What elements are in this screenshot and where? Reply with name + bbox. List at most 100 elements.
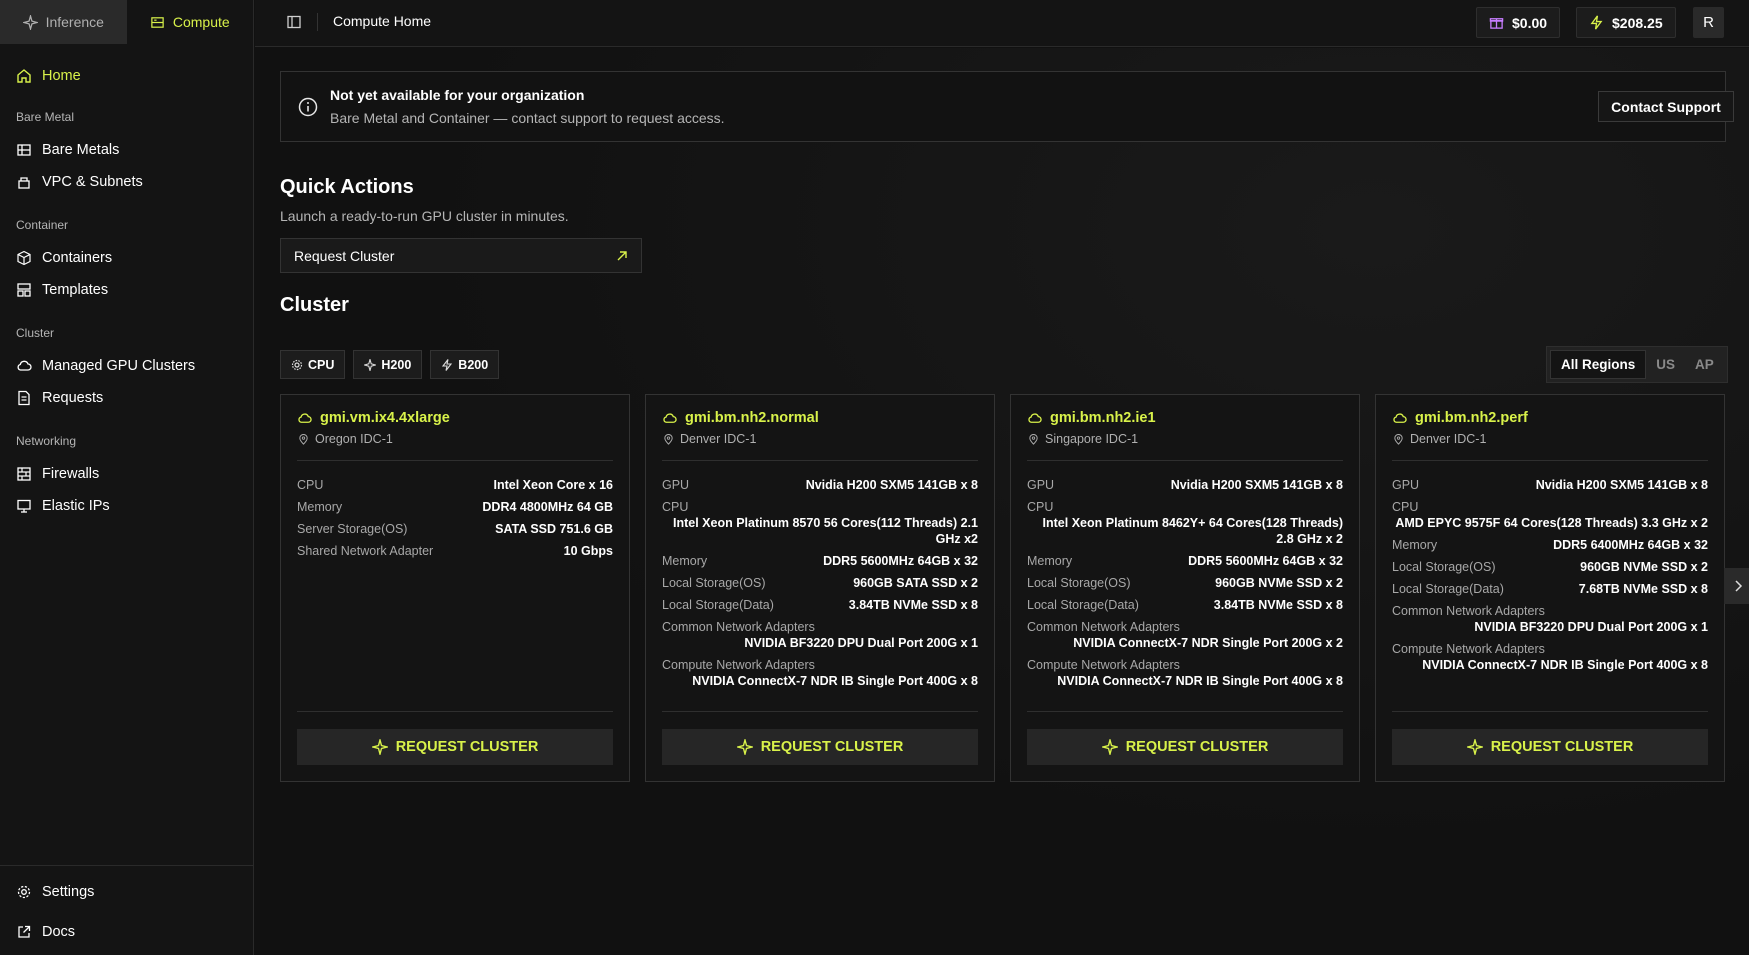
credit-amount: $0.00 bbox=[1512, 14, 1548, 31]
document-icon bbox=[16, 390, 32, 406]
spec-row: GPU Nvidia H200 SXM5 141GB x 8 bbox=[662, 478, 978, 493]
section-title-networking: Networking bbox=[16, 434, 77, 448]
quick-actions-title: Quick Actions bbox=[280, 176, 414, 198]
card-specs: CPU Intel Xeon Core x 16 Memory DDR4 4800M… bbox=[297, 478, 613, 566]
request-cluster-button[interactable]: Request Cluster bbox=[280, 238, 642, 273]
card-divider bbox=[1027, 460, 1343, 461]
tab-compute[interactable]: Compute bbox=[126, 0, 253, 44]
region-ap[interactable]: AP bbox=[1685, 350, 1724, 379]
contact-support-button[interactable]: Contact Support bbox=[1598, 91, 1734, 122]
spec-key: Server Storage(OS) bbox=[297, 522, 408, 536]
spec-row: CPU Intel Xeon Core x 16 bbox=[297, 478, 613, 493]
location-pin-icon bbox=[299, 433, 308, 445]
sidebar-item-containers[interactable]: Containers bbox=[0, 242, 253, 274]
cluster-card: gmi.bm.nh2.ie1 Singapore IDC-1 GPU Nvidia… bbox=[1010, 394, 1360, 782]
sidebar-item-elastic-ips[interactable]: Elastic IPs bbox=[0, 490, 253, 522]
card-location: Denver IDC-1 bbox=[1393, 432, 1486, 446]
tab-inference[interactable]: Inference bbox=[0, 0, 127, 44]
card-specs: GPU Nvidia H200 SXM5 141GB x 8 CPU Intel X… bbox=[1027, 478, 1343, 696]
filter-cpu[interactable]: CPU bbox=[280, 350, 346, 379]
spec-key: Compute Network Adapters bbox=[662, 658, 815, 672]
sidebar-item-settings[interactable]: Settings bbox=[0, 876, 254, 908]
sidebar-item-firewalls[interactable]: Firewalls bbox=[0, 458, 253, 490]
spec-key: Shared Network Adapter bbox=[297, 544, 434, 558]
spec-key: GPU bbox=[662, 478, 690, 492]
spec-value: 3.84TB NVMe SSD x 8 bbox=[848, 598, 978, 612]
spec-row: Memory DDR5 5600MHz 64GB x 32 bbox=[1027, 554, 1343, 569]
quick-actions-subtitle: Launch a ready-to-run GPU cluster in min… bbox=[280, 208, 569, 224]
spec-value: DDR5 5600MHz 64GB x 32 bbox=[823, 554, 978, 568]
cta-label: REQUEST CLUSTER bbox=[395, 739, 539, 755]
region-all[interactable]: All Regions bbox=[1550, 350, 1647, 379]
avatar[interactable]: R bbox=[1693, 7, 1724, 38]
spec-value: NVIDIA ConnectX-7 NDR IB Single Port 400… bbox=[692, 674, 978, 688]
balance-amount: $208.25 bbox=[1612, 14, 1663, 31]
filter-b200[interactable]: B200 bbox=[430, 350, 500, 379]
spec-value: DDR5 6400MHz 64GB x 32 bbox=[1553, 538, 1708, 552]
sidebar-item-label: Docs bbox=[42, 924, 76, 940]
spec-row: Shared Network Adapter 10 Gbps bbox=[297, 544, 613, 559]
card-location-text: Denver IDC-1 bbox=[1410, 432, 1487, 446]
cta-label: REQUEST CLUSTER bbox=[1125, 739, 1269, 755]
sidebar-toggle-icon[interactable] bbox=[286, 14, 302, 30]
credit-button[interactable]: $0.00 bbox=[1476, 7, 1561, 38]
sidebar-item-managed-gpu-clusters[interactable]: Managed GPU Clusters bbox=[0, 350, 253, 382]
cluster-filters: CPU H200 B200 bbox=[280, 350, 500, 379]
spec-key: Local Storage(Data) bbox=[662, 598, 774, 612]
sidebar-item-requests[interactable]: Requests bbox=[0, 382, 253, 414]
spec-block: CPU Intel Xeon Platinum 8570 56 Cores(112… bbox=[662, 500, 978, 547]
spec-row: Local Storage(Data) 3.84TB NVMe SSD x 8 bbox=[662, 598, 978, 613]
chip-icon bbox=[291, 359, 303, 370]
balance-button[interactable]: $208.25 bbox=[1576, 7, 1676, 38]
request-cluster-button[interactable]: REQUEST CLUSTER bbox=[297, 729, 613, 765]
request-cluster-button[interactable]: REQUEST CLUSTER bbox=[662, 729, 978, 765]
card-divider bbox=[1392, 460, 1708, 461]
card-location-text: Oregon IDC-1 bbox=[315, 432, 393, 446]
card-name[interactable]: gmi.vm.ix4.4xlarge bbox=[297, 410, 450, 426]
product-switch: Inference Compute bbox=[0, 0, 253, 44]
cluster-card: gmi.vm.ix4.4xlarge Oregon IDC-1 CPU Intel… bbox=[280, 394, 630, 782]
sidebar-item-label: Elastic IPs bbox=[42, 498, 110, 514]
card-name[interactable]: gmi.bm.nh2.normal bbox=[662, 410, 819, 426]
spec-key: Memory bbox=[1392, 538, 1438, 552]
sidebar-item-label: Bare Metals bbox=[42, 142, 120, 158]
card-location-text: Singapore IDC-1 bbox=[1045, 432, 1139, 446]
arrow-up-right-icon bbox=[617, 251, 627, 261]
lock-icon bbox=[16, 174, 32, 190]
spec-row: Memory DDR5 5600MHz 64GB x 32 bbox=[662, 554, 978, 569]
spec-row: Local Storage(OS) 960GB SATA SSD x 2 bbox=[662, 576, 978, 591]
section-title-cluster: Cluster bbox=[16, 326, 55, 340]
sidebar-item-docs[interactable]: Docs bbox=[0, 916, 254, 948]
spec-value: Intel Xeon Platinum 8570 56 Cores(112 Th… bbox=[673, 516, 978, 546]
cluster-card: gmi.bm.nh2.perf Denver IDC-1 GPU Nvidia H… bbox=[1375, 394, 1725, 782]
spec-block: Common Network Adapters NVIDIA ConnectX-7… bbox=[1027, 620, 1343, 651]
request-cluster-button[interactable]: REQUEST CLUSTER bbox=[1392, 729, 1708, 765]
sidebar-item-templates[interactable]: Templates bbox=[0, 274, 253, 306]
sparkle-icon bbox=[371, 739, 388, 755]
spec-value: AMD EPYC 9575F 64 Cores(128 Threads) 3.3… bbox=[1395, 516, 1708, 530]
spec-value: 960GB NVMe SSD x 2 bbox=[1215, 576, 1343, 590]
filter-h200[interactable]: H200 bbox=[353, 350, 423, 379]
carousel-next-button[interactable] bbox=[1724, 568, 1749, 604]
sidebar-item-home[interactable]: Home bbox=[0, 60, 253, 92]
region-us[interactable]: US bbox=[1646, 350, 1685, 379]
cta-label: REQUEST CLUSTER bbox=[760, 739, 904, 755]
card-name[interactable]: gmi.bm.nh2.perf bbox=[1392, 410, 1528, 426]
request-cluster-label: Request Cluster bbox=[294, 248, 395, 264]
card-divider bbox=[297, 460, 613, 461]
sidebar-item-vpc-subnets[interactable]: VPC & Subnets bbox=[0, 166, 253, 198]
spec-row: Local Storage(Data) 3.84TB NVMe SSD x 8 bbox=[1027, 598, 1343, 613]
card-name[interactable]: gmi.bm.nh2.ie1 bbox=[1027, 410, 1156, 426]
request-cluster-button[interactable]: REQUEST CLUSTER bbox=[1027, 729, 1343, 765]
cloud-icon bbox=[298, 412, 312, 423]
spec-value: Nvidia H200 SXM5 141GB x 8 bbox=[805, 478, 978, 492]
gear-icon bbox=[16, 884, 32, 900]
card-location: Oregon IDC-1 bbox=[298, 432, 393, 446]
card-location-text: Denver IDC-1 bbox=[680, 432, 757, 446]
cloud-icon bbox=[663, 412, 677, 423]
cta-label: REQUEST CLUSTER bbox=[1490, 739, 1634, 755]
sidebar-item-bare-metals[interactable]: Bare Metals bbox=[0, 134, 253, 166]
spec-value: NVIDIA ConnectX-7 NDR IB Single Port 400… bbox=[1057, 674, 1343, 688]
spec-block: Compute Network Adapters NVIDIA ConnectX-… bbox=[1392, 642, 1708, 673]
sidebar-item-label: Home bbox=[42, 68, 81, 84]
